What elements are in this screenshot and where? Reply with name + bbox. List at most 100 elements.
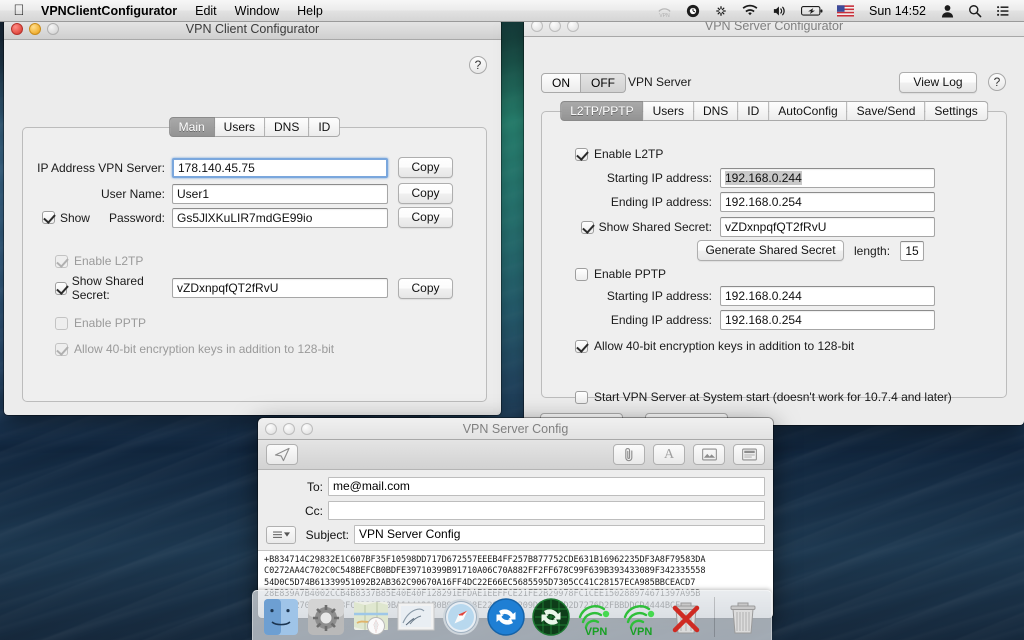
mail-cc-input[interactable] [328,501,765,520]
server-pptp-start-row: Starting IP address: 192.168.0.244 [574,286,994,306]
vpn-icon[interactable]: VPN [651,0,678,22]
tab-dns[interactable]: DNS [265,117,310,137]
list-chevron-icon[interactable] [266,525,296,544]
tab-main[interactable]: Main [168,117,215,137]
view-log-button[interactable]: View Log [899,72,977,93]
mail-to-input[interactable]: me@mail.com [328,477,765,496]
server-allow-40bit-checkbox[interactable] [575,339,588,353]
client-username-input[interactable]: User1 [172,183,388,204]
server-window-body: ON OFF VPN Server View Log ? L2TP/PPTP U… [524,37,1024,425]
tab-id[interactable]: ID [309,117,341,137]
vpn-client-configurator-window[interactable]: VPN Client Configurator ? Main Users DNS… [4,18,501,415]
mail-subject-input[interactable]: VPN Server Config [354,525,765,544]
client-enable-l2tp-checkbox[interactable] [55,254,68,268]
server-pptp-end-input[interactable]: 192.168.0.254 [720,310,935,330]
server-enable-l2tp-row: Enable L2TP [575,147,663,161]
menu-window[interactable]: Window [226,0,288,22]
mail-header-fields: To: me@mail.com Cc: Subject: VPN Server … [258,470,773,551]
stationery-icon[interactable] [733,444,765,465]
wifi-icon[interactable] [736,0,764,22]
user-icon[interactable] [935,0,960,22]
mail-subject-label: Subject: [305,527,349,542]
mail-body-line: C0272AA4C702C0C548BEFCB0BDFE39710399B917… [264,566,706,577]
safari-icon[interactable] [441,597,481,637]
client-password-row: Show Password: Gs5JlXKuLIR7mdGE99io Copy [22,207,482,228]
time-machine-icon[interactable] [680,0,706,22]
server-l2tp-start-label: Starting IP address: [606,171,712,185]
vpn-green-1-icon[interactable]: VPN [576,597,616,638]
server-shared-secret-input[interactable]: vZDxnpqfQT2fRvU [720,217,935,237]
apple-logo-icon[interactable]:  [6,3,32,18]
client-allow-40bit-checkbox[interactable] [55,342,68,356]
client-password-input[interactable]: Gs5JlXKuLIR7mdGE99io [172,207,388,228]
client-shared-secret-input[interactable]: vZDxnpqfQT2fRvU [172,278,388,298]
client-copy-username-button[interactable]: Copy [398,183,453,204]
system-preferences-icon[interactable] [306,597,346,637]
secret-length-input[interactable]: 15 [900,240,925,261]
toggle-off-segment[interactable]: OFF [581,73,626,93]
tab-server-dns[interactable]: DNS [693,101,739,121]
server-show-shared-secret-checkbox[interactable] [580,220,594,234]
photo-browser-icon[interactable] [693,444,725,465]
server-pptp-end-label: Ending IP address: [610,313,712,327]
finder-icon[interactable] [261,597,301,637]
airdrop-icon[interactable] [708,0,734,22]
secret-length-label: length: [854,243,891,258]
server-l2tp-end-input[interactable]: 192.168.0.254 [720,192,935,212]
server-l2tp-start-input[interactable]: 192.168.0.244 [720,168,935,188]
mail-window-titlebar[interactable]: VPN Server Config [258,418,773,440]
client-enable-l2tp-label: Enable L2TP [74,254,144,268]
svg-text:VPN: VPN [659,13,670,18]
client-allow-40bit-row: Allow 40-bit encryption keys in addition… [55,342,334,356]
client-ip-input[interactable]: 178.140.45.75 [172,157,388,178]
flag-us-icon[interactable] [831,0,860,22]
menu-app-name[interactable]: VPNClientConfigurator [32,0,186,22]
server-help-button[interactable]: ? [988,73,1006,91]
mail-icon[interactable] [396,597,436,637]
server-pptp-start-input[interactable]: 192.168.0.244 [720,286,935,306]
generate-shared-secret-button[interactable]: Generate Shared Secret [697,240,844,261]
tab-settings[interactable]: Settings [925,101,988,121]
client-enable-pptp-label: Enable PPTP [74,316,147,330]
client-copy-ip-button[interactable]: Copy [398,157,453,178]
maps-icon[interactable] [351,597,391,637]
tab-autoconfig[interactable]: AutoConfig [769,101,848,121]
menu-clock[interactable]: Sun 14:52 [862,0,933,22]
tab-l2tp-pptp[interactable]: L2TP/PPTP [560,101,644,121]
vpn-client-configurator-icon[interactable] [486,597,526,637]
notification-center-icon[interactable] [990,0,1016,22]
tab-server-id[interactable]: ID [738,101,770,121]
vpn-green-2-icon[interactable]: VPN [621,597,661,638]
battery-icon[interactable] [795,0,829,22]
client-copy-shared-secret-button[interactable]: Copy [398,277,453,299]
menu-help[interactable]: Help [288,0,332,22]
server-autostart-checkbox[interactable] [575,390,588,404]
client-enable-pptp-checkbox[interactable] [55,316,68,330]
tab-save-send[interactable]: Save/Send [847,101,926,121]
vpn-server-configurator-icon[interactable] [531,597,571,637]
tab-users[interactable]: Users [214,117,266,137]
client-help-button[interactable]: ? [469,56,487,74]
attach-icon[interactable] [613,444,645,465]
server-enable-pptp-checkbox[interactable] [575,267,588,281]
toggle-on-segment[interactable]: ON [541,73,581,93]
tab-server-users[interactable]: Users [643,101,694,121]
vpn-server-configurator-window[interactable]: VPN Server Configurator ON OFF VPN Serve… [524,15,1024,425]
delete-vpn-icon[interactable] [666,597,706,637]
vpn-server-toggle[interactable]: ON OFF [541,73,626,93]
client-show-shared-secret-checkbox[interactable] [55,281,67,295]
client-copy-password-button[interactable]: Copy [398,207,453,228]
client-tab-bar: Main Users DNS ID [168,117,341,137]
client-ip-label: IP Address VPN Server: [37,160,165,175]
trash-icon[interactable] [723,597,763,637]
spotlight-search-icon[interactable] [962,0,988,22]
menu-edit[interactable]: Edit [186,0,226,22]
server-enable-l2tp-checkbox[interactable] [575,147,588,161]
send-icon[interactable] [266,444,298,465]
volume-icon[interactable] [766,0,793,22]
client-username-row: User Name: User1 Copy [22,183,482,204]
client-window-body: ? Main Users DNS ID IP Address VPN Serve… [4,40,501,415]
mail-cc-row: Cc: [266,501,765,520]
fonts-icon[interactable]: A [653,444,685,465]
client-show-password-checkbox[interactable] [41,211,55,224]
